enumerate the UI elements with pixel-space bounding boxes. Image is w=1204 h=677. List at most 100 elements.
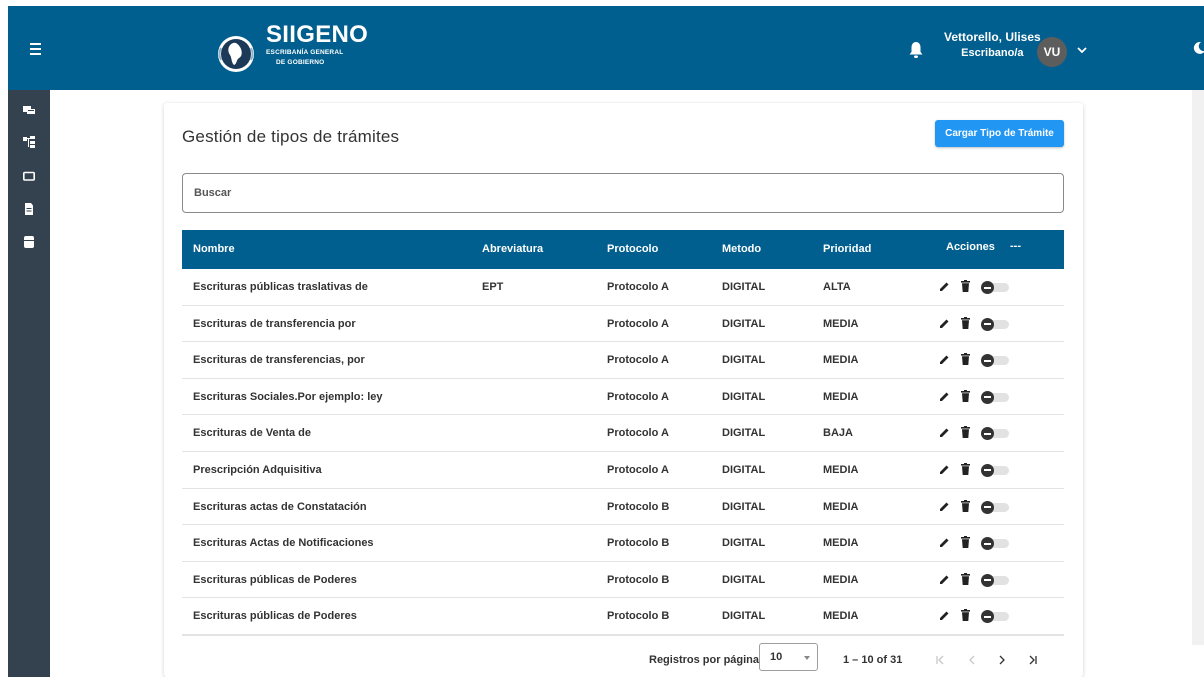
- cell-metodo: DIGITAL: [722, 354, 766, 367]
- cell-metodo: DIGITAL: [722, 427, 766, 440]
- user-name: Vettorello, Ulises: [944, 30, 1041, 44]
- cell-protocolo: Protocolo A: [607, 317, 669, 330]
- avatar[interactable]: VU: [1037, 37, 1067, 67]
- delete-icon[interactable]: [961, 280, 970, 292]
- cell-nombre: Escrituras públicas traslativas de: [193, 281, 368, 293]
- edit-icon[interactable]: [939, 501, 950, 512]
- active-toggle[interactable]: [981, 610, 1009, 624]
- edit-icon[interactable]: [939, 464, 950, 475]
- cell-nombre: Escrituras de transferencias, por: [193, 354, 365, 367]
- last-page-icon[interactable]: [1028, 655, 1038, 665]
- table-body: Escrituras públicas traslativas de EPT Pro…: [182, 269, 1064, 635]
- table-row: Escrituras públicas de Poderes Protocolo …: [182, 562, 1064, 599]
- cell-nombre: Escrituras Sociales.Por ejemplo: ley: [193, 390, 383, 403]
- brand-title: SIIGENO: [266, 21, 369, 48]
- search-input[interactable]: [183, 174, 1063, 212]
- delete-icon[interactable]: [961, 572, 970, 585]
- toggle-knob: [981, 573, 994, 587]
- delete-icon[interactable]: [961, 609, 970, 622]
- sitemap-icon[interactable]: [23, 136, 35, 148]
- active-toggle[interactable]: [981, 390, 1009, 404]
- delete-icon[interactable]: [961, 499, 970, 512]
- toggle-knob: [981, 390, 994, 404]
- sidebar: [8, 90, 50, 677]
- cell-protocolo: Protocolo A: [607, 463, 669, 476]
- user-role: Escribano/a: [961, 47, 1024, 59]
- delete-icon[interactable]: [961, 316, 970, 329]
- cell-protocolo: Protocolo A: [607, 427, 669, 440]
- col-prioridad[interactable]: Prioridad: [823, 230, 871, 269]
- content-card: Gestión de tipos de trámites Cargar Tipo…: [164, 103, 1083, 677]
- folder-icon[interactable]: [23, 170, 35, 182]
- table-row: Escrituras de transferencias, por Protoco…: [182, 342, 1064, 379]
- edit-icon[interactable]: [939, 391, 950, 402]
- active-toggle[interactable]: [981, 281, 1009, 294]
- cell-protocolo: Protocolo A: [607, 390, 669, 403]
- moon-icon[interactable]: [1192, 41, 1204, 55]
- cell-prioridad: MEDIA: [823, 390, 859, 403]
- toggle-knob: [981, 317, 994, 331]
- active-toggle[interactable]: [981, 354, 1009, 368]
- cell-metodo: DIGITAL: [722, 317, 766, 330]
- col-abreviatura[interactable]: Abreviatura: [482, 230, 543, 269]
- active-toggle[interactable]: [981, 317, 1009, 331]
- cell-prioridad: MEDIA: [823, 354, 859, 367]
- col-protocolo[interactable]: Protocolo: [607, 230, 658, 269]
- col-acciones: Acciones: [946, 241, 995, 253]
- active-toggle[interactable]: [981, 573, 1009, 587]
- active-toggle[interactable]: [981, 500, 1009, 514]
- delete-icon[interactable]: [961, 426, 970, 439]
- delete-icon[interactable]: [961, 536, 970, 549]
- active-toggle[interactable]: [981, 537, 1009, 551]
- delete-icon[interactable]: [961, 353, 970, 366]
- previous-page-icon[interactable]: [967, 655, 977, 665]
- edit-icon[interactable]: [939, 281, 950, 292]
- menu-icon[interactable]: [24, 40, 46, 58]
- cell-prioridad: ALTA: [823, 281, 851, 293]
- delete-icon[interactable]: [961, 462, 970, 475]
- edit-icon[interactable]: [939, 318, 950, 329]
- cell-protocolo: Protocolo B: [607, 500, 670, 513]
- active-toggle[interactable]: [981, 463, 1009, 477]
- cell-prioridad: MEDIA: [823, 573, 859, 586]
- col-metodo[interactable]: Metodo: [722, 230, 761, 269]
- page-size-select[interactable]: 10: [759, 643, 818, 671]
- cell-prioridad: MEDIA: [823, 537, 859, 550]
- col-nombre[interactable]: Nombre: [193, 230, 235, 269]
- edit-icon[interactable]: [939, 537, 950, 548]
- cell-protocolo: Protocolo B: [607, 573, 670, 586]
- chevron-down-icon[interactable]: [1075, 44, 1089, 56]
- table-row: Escrituras actas de Constatación Protocol…: [182, 489, 1064, 526]
- add-tramite-type-button[interactable]: Cargar Tipo de Trámite: [935, 120, 1064, 147]
- cell-nombre: Escrituras públicas de Poderes: [193, 610, 357, 623]
- next-page-icon[interactable]: [997, 655, 1007, 665]
- top-app-bar: SIIGENO ESCRIBANÍA GENERAL DE GOBIERNO V…: [8, 6, 1204, 90]
- cell-protocolo: Protocolo A: [607, 281, 669, 293]
- cell-metodo: DIGITAL: [722, 390, 766, 403]
- active-toggle[interactable]: [981, 427, 1009, 441]
- delete-icon[interactable]: [961, 389, 970, 402]
- cell-prioridad: BAJA: [823, 427, 853, 440]
- first-page-icon[interactable]: [935, 655, 945, 665]
- document-icon[interactable]: [23, 203, 35, 215]
- inbox-icon[interactable]: [23, 104, 35, 116]
- brand-subtitle: ESCRIBANÍA GENERAL: [266, 49, 344, 56]
- edit-icon[interactable]: [939, 610, 950, 621]
- search-field[interactable]: [182, 173, 1064, 213]
- cell-metodo: DIGITAL: [722, 281, 766, 293]
- edit-icon[interactable]: [939, 354, 950, 365]
- toggle-knob: [981, 427, 994, 441]
- brand: SIIGENO ESCRIBANÍA GENERAL DE GOBIERNO: [216, 22, 368, 74]
- bell-icon[interactable]: [908, 41, 924, 59]
- cell-protocolo: Protocolo A: [607, 354, 669, 367]
- user-info[interactable]: Vettorello, Ulises Escribano/a: [944, 30, 1041, 61]
- page-scrollbar[interactable]: [1192, 90, 1204, 645]
- database-icon[interactable]: [23, 236, 35, 248]
- cell-prioridad: MEDIA: [823, 500, 859, 513]
- edit-icon[interactable]: [939, 427, 950, 438]
- cell-prioridad: MEDIA: [823, 317, 859, 330]
- column-options-button[interactable]: ---: [1010, 240, 1021, 252]
- cell-metodo: DIGITAL: [722, 537, 766, 550]
- table-row: Escrituras Actas de Notificaciones Protoc…: [182, 525, 1064, 562]
- edit-icon[interactable]: [939, 574, 950, 585]
